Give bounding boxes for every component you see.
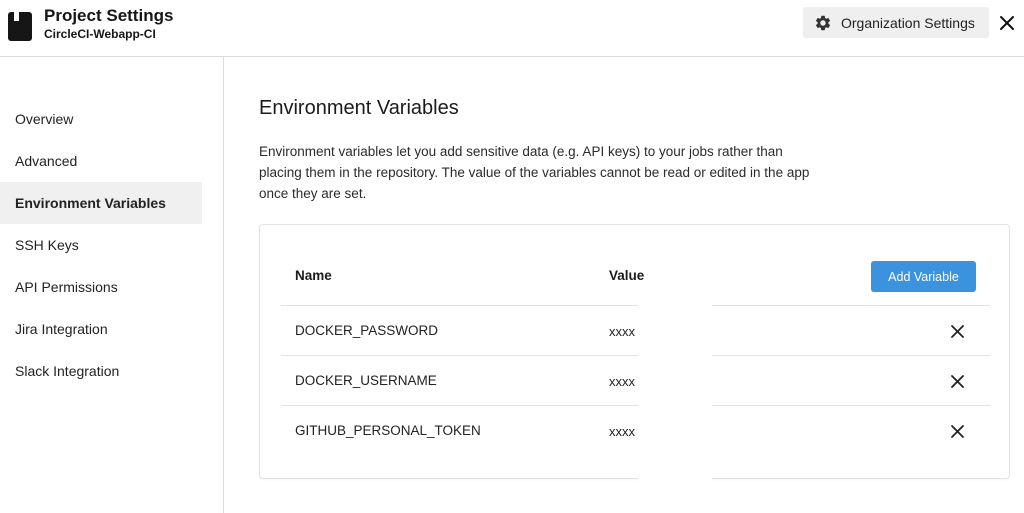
delete-variable-icon[interactable] — [950, 374, 965, 389]
sidebar-item-environment-variables[interactable]: Environment Variables — [0, 182, 202, 224]
page-title: Environment Variables — [259, 97, 459, 119]
column-header-value: Value — [609, 268, 645, 283]
page-description: Environment variables let you add sensit… — [259, 144, 810, 201]
organization-settings-label: Organization Settings — [841, 14, 975, 31]
sidebar-item-advanced[interactable]: Advanced — [0, 140, 202, 182]
add-variable-button[interactable]: Add Variable — [871, 261, 976, 292]
variable-name: GITHUB_PERSONAL_TOKEN — [295, 423, 481, 438]
column-header-name: Name — [295, 268, 332, 283]
gear-icon — [815, 15, 831, 30]
variable-value: xxxx — [609, 424, 635, 439]
table-row: GITHUB_PERSONAL_TOKEN xxxx — [281, 405, 990, 455]
variable-name: DOCKER_PASSWORD — [295, 323, 439, 338]
variable-value: xxxx — [609, 374, 635, 389]
project-logo-icon — [8, 12, 32, 41]
close-icon[interactable] — [998, 14, 1016, 32]
table-row: DOCKER_PASSWORD xxxx — [281, 305, 990, 355]
sidebar-item-jira-integration[interactable]: Jira Integration — [0, 308, 202, 350]
delete-variable-icon[interactable] — [950, 424, 965, 439]
organization-settings-button[interactable]: Organization Settings — [803, 7, 989, 38]
variable-value: xxxx — [609, 324, 635, 339]
sidebar-item-slack-integration[interactable]: Slack Integration — [0, 350, 202, 392]
sidebar-item-overview[interactable]: Overview — [0, 98, 202, 140]
project-name: CircleCI-Webapp-CI — [44, 27, 156, 41]
redaction-overlay — [638, 305, 712, 481]
delete-variable-icon[interactable] — [950, 324, 965, 339]
table-row: DOCKER_USERNAME xxxx — [281, 355, 990, 405]
env-variables-table: Name Value Add Variable DOCKER_PASSWORD … — [259, 224, 1010, 481]
sidebar-item-ssh-keys[interactable]: SSH Keys — [0, 224, 202, 266]
top-bar: Project Settings CircleCI-Webapp-CI Orga… — [0, 0, 1024, 57]
sidebar-item-api-permissions[interactable]: API Permissions — [0, 266, 202, 308]
variable-name: DOCKER_USERNAME — [295, 373, 437, 388]
page-header-title: Project Settings — [44, 6, 174, 25]
settings-sidebar: Overview Advanced Environment Variables … — [0, 57, 224, 513]
